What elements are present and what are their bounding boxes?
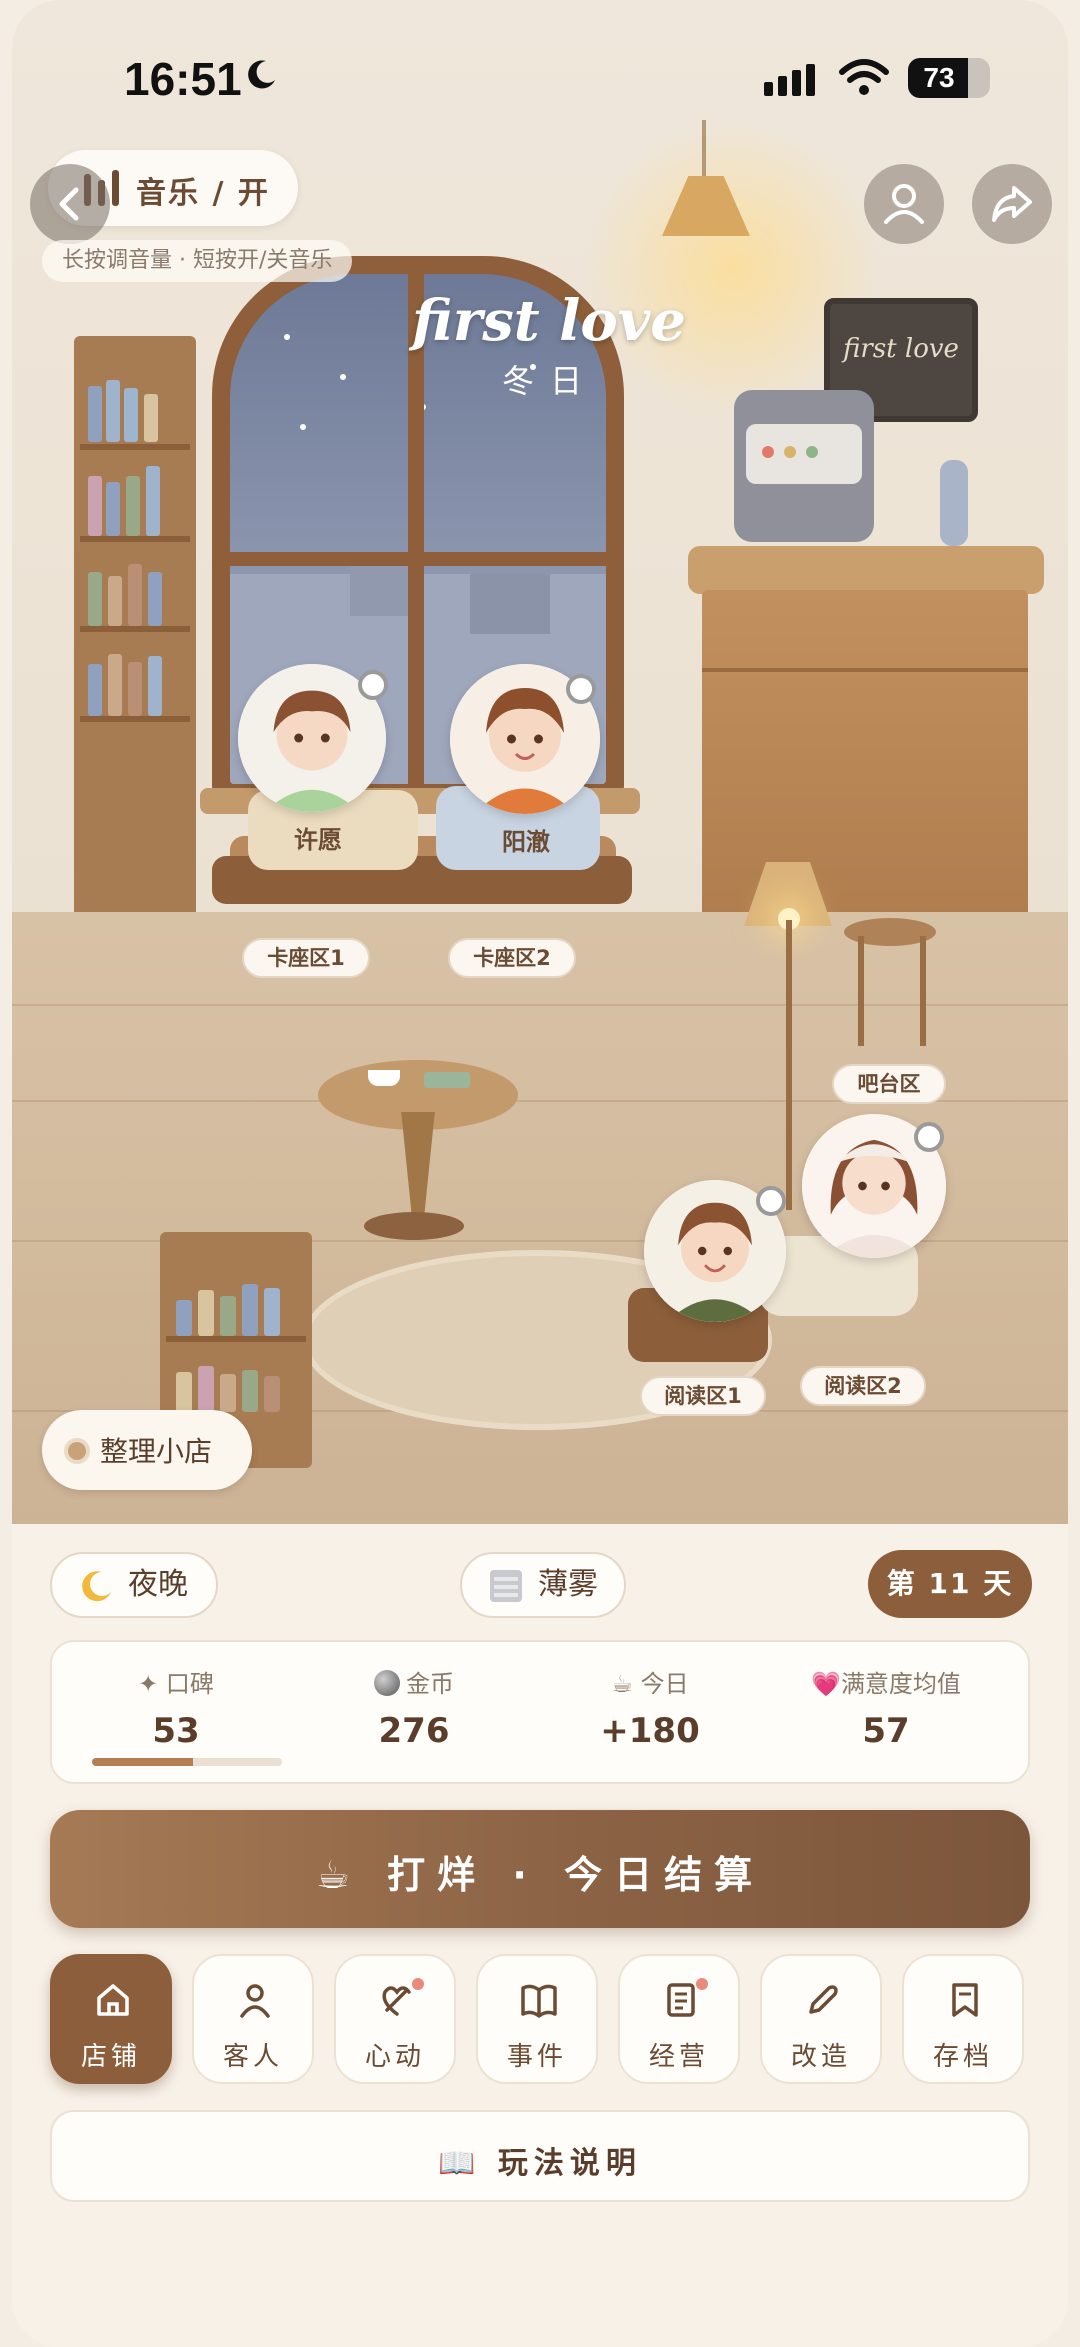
book-icon [521,1984,557,2018]
weather-chip: 薄雾 [460,1552,626,1618]
stats-card: ✦ 口碑 53 金币 276 ☕ 今日 +180 💗满意度均值 57 [50,1640,1030,1784]
back-button[interactable] [30,164,110,244]
seat-status-dot [756,1186,786,1216]
tab-management[interactable]: 经营 [618,1954,740,2084]
seat-status-dot [358,670,388,700]
status-bar: 16:51 73 [12,0,1068,140]
tab-events[interactable]: 事件 [476,1954,598,2084]
tab-save[interactable]: 存档 [902,1954,1024,2084]
guest-name-yangche: 阳澈 [502,828,550,856]
heart-icon: 💗 [811,1670,841,1698]
signal-icon [764,64,815,96]
notification-dot [696,1978,708,1990]
ledger-icon [667,1983,695,2017]
person-icon [240,1984,270,2018]
profile-button[interactable] [864,164,944,244]
bookshelf-left [74,336,196,920]
guest-name-xuyuan: 许愿 [294,826,342,854]
tab-heartbeat[interactable]: 心动 [334,1954,456,2084]
coffee-cup-icon: ☕ [611,1670,641,1698]
reputation-progress [92,1758,282,1766]
zone-bar[interactable]: 吧台区 [832,1064,946,1104]
heart-pen-icon [382,1986,411,2016]
music-hint: 长按调音量 · 短按开/关音乐 [42,240,353,282]
shop-title: first love [412,288,686,354]
day-counter: 第 11 天 [868,1550,1032,1618]
zone-reading-2[interactable]: 阅读区2 [800,1366,926,1406]
zone-reading-1[interactable]: 阅读区1 [640,1376,766,1416]
home-icon [97,1984,129,2016]
moon-icon [248,60,275,89]
how-to-play-button[interactable]: 📖 玩法说明 [50,2110,1030,2202]
tidy-dot-icon [64,1438,90,1464]
time-of-day-chip: 夜晚 [50,1552,218,1618]
bookmark-icon [952,1983,978,2017]
zone-booth-1[interactable]: 卡座区1 [242,938,370,978]
tab-renovate[interactable]: 改造 [760,1954,882,2084]
season-title: 冬日 [502,362,599,400]
bar-counter [702,590,1028,918]
notification-dot [412,1978,424,1990]
tab-guests[interactable]: 客人 [192,1954,314,2084]
tab-shop[interactable]: 店铺 [50,1954,172,2084]
status-time: 16:51 [124,53,242,105]
coin-icon [374,1670,400,1696]
close-shop-settle-button[interactable]: ☕ 打烊 · 今日结算 [50,1810,1030,1928]
share-button[interactable] [972,164,1052,244]
stat-today: ☕ 今日 +180 [600,1670,700,1751]
tidy-shop-button[interactable]: 整理小店 [42,1410,252,1490]
stat-satisfaction: 💗满意度均值 57 [811,1670,961,1751]
flower-vase [940,460,968,546]
floor-lamp-pole [786,920,792,1210]
chevron-left-icon [59,187,79,221]
pencil-icon [809,1985,838,2014]
share-arrow-icon [992,186,1032,222]
battery-indicator: 73 [908,58,990,98]
seat-status-dot [914,1122,944,1152]
fog-icon [490,1570,522,1602]
wifi-icon [839,59,889,95]
stat-coins: 金币 276 [294,1664,534,1751]
user-icon [884,184,924,224]
stat-reputation: ✦ 口碑 53 [138,1670,214,1751]
phone-screen: first love 冬日 first love 许愿 阳澈 卡座区1 卡座区2… [12,0,1068,2347]
zone-booth-2[interactable]: 卡座区2 [448,938,576,978]
crescent-moon-icon [82,1571,111,1602]
sparkle-icon: ✦ [138,1670,166,1698]
seat-status-dot [566,674,596,704]
cafe-scene: first love 冬日 first love 许愿 阳澈 卡座区1 卡座区2… [12,0,1068,1524]
bar-counter-top [688,546,1044,594]
coffee-machine [734,390,874,542]
